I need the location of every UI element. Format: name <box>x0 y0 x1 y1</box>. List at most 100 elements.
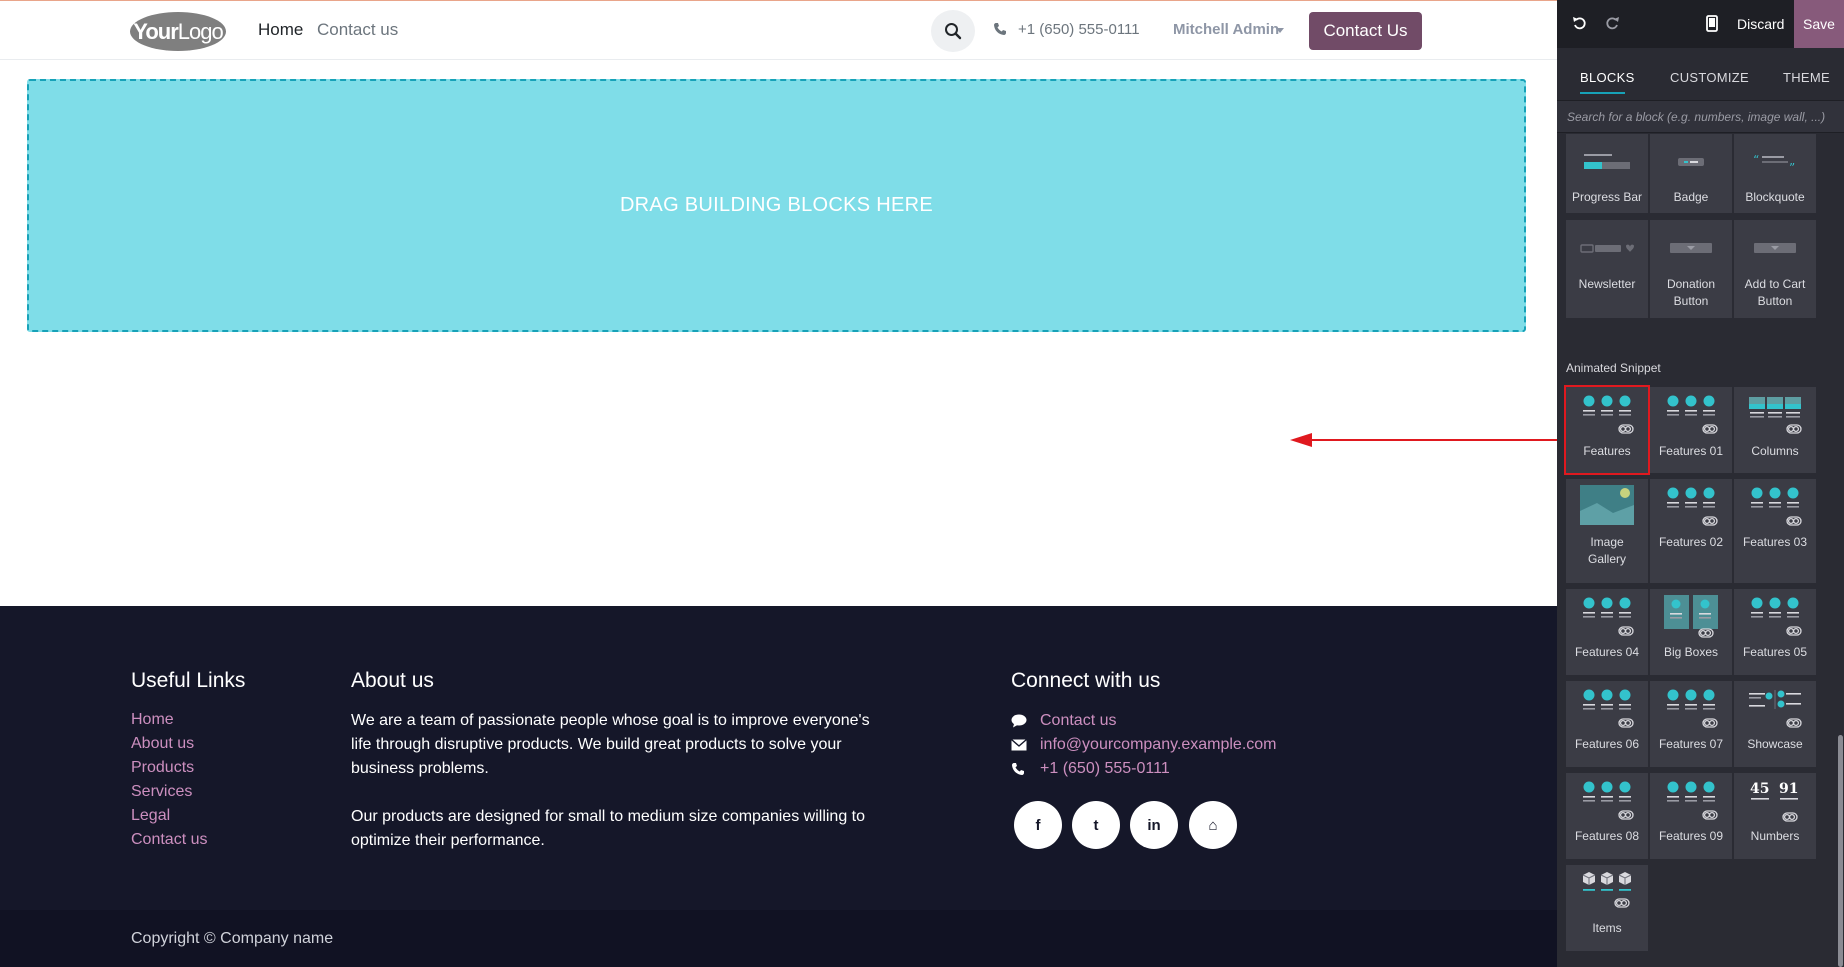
block-label: Features 03 <box>1742 535 1808 549</box>
block-label: Features 02 <box>1658 535 1724 549</box>
footer-link-about[interactable]: About us <box>131 735 194 753</box>
block-newsletter[interactable]: Newsletter <box>1566 220 1648 318</box>
block-numbers[interactable]: 45 91 Numbers <box>1734 773 1816 859</box>
block-features-04[interactable]: Features 04 <box>1566 589 1648 675</box>
footer-contact-us[interactable]: Contact us <box>1011 710 1116 732</box>
block-features[interactable]: Features <box>1564 385 1650 475</box>
block-features-07[interactable]: Features 07 <box>1650 681 1732 767</box>
nav-home[interactable]: Home <box>258 20 303 40</box>
features-05-thumbnail <box>1734 589 1816 644</box>
redo-icon[interactable] <box>1604 15 1620 31</box>
twitter-icon[interactable]: t <box>1072 801 1120 849</box>
editor-topbar: Discard Save <box>1557 0 1844 48</box>
phone-icon <box>994 23 1006 35</box>
block-image-gallery[interactable]: Image Gallery <box>1566 479 1648 583</box>
footer-link-home[interactable]: Home <box>131 711 174 729</box>
block-big-boxes[interactable]: Big Boxes <box>1650 589 1732 675</box>
features-01-thumbnail <box>1650 387 1732 443</box>
email-link[interactable]: info@yourcompany.example.com <box>1040 736 1277 754</box>
block-label: Image Gallery <box>1587 535 1626 566</box>
footer-phone[interactable]: +1 (650) 555-0111 <box>1011 758 1170 780</box>
connect-title: Connect with us <box>1011 669 1161 692</box>
block-label: Features 09 <box>1658 829 1724 843</box>
website-preview: YourLogo Home Contact us +1 (650) 555-01… <box>0 0 1557 967</box>
facebook-icon[interactable]: f <box>1014 801 1062 849</box>
block-progress-bar[interactable]: Progress Bar <box>1566 134 1648 213</box>
site-header: YourLogo Home Contact us +1 (650) 555-01… <box>0 0 1557 60</box>
block-features-08[interactable]: Features 08 <box>1566 773 1648 859</box>
editor-panel: Discard Save BLOCKS CUSTOMIZE THEME Prog… <box>1557 0 1844 967</box>
columns-thumbnail <box>1734 387 1816 443</box>
envelope-icon <box>1011 739 1027 751</box>
block-donation-button[interactable]: Donation Button <box>1650 220 1732 318</box>
block-label: Features 01 <box>1658 444 1724 458</box>
tab-customize[interactable]: CUSTOMIZE <box>1670 70 1749 85</box>
caret-down-icon[interactable] <box>1276 28 1284 33</box>
tab-blocks[interactable]: BLOCKS <box>1580 70 1635 85</box>
block-badge[interactable]: Badge <box>1650 134 1732 213</box>
user-menu[interactable]: Mitchell Admin <box>1173 21 1279 38</box>
contact-us-link[interactable]: Contact us <box>1040 712 1116 730</box>
footer-link-legal[interactable]: Legal <box>131 807 170 825</box>
svg-text:“: “ <box>1753 153 1759 167</box>
block-label: Add to Cart Button <box>1744 277 1806 308</box>
header-phone[interactable]: +1 (650) 555-0111 <box>1018 21 1140 38</box>
contact-us-button[interactable]: Contact Us <box>1309 12 1422 50</box>
active-tab-indicator <box>1580 92 1625 94</box>
nav-contact-us[interactable]: Contact us <box>317 20 398 40</box>
block-label: Blockquote <box>1745 190 1805 204</box>
footer-link-services[interactable]: Services <box>131 783 192 801</box>
image-gallery-thumbnail <box>1566 479 1648 534</box>
linkedin-icon[interactable]: in <box>1130 801 1178 849</box>
about-paragraph-2: Our products are designed for small to m… <box>351 808 866 849</box>
showcase-thumbnail <box>1734 681 1816 736</box>
footer-link-contact[interactable]: Contact us <box>131 831 207 849</box>
block-label: Big Boxes <box>1663 645 1719 659</box>
block-features-03[interactable]: Features 03 <box>1734 479 1816 583</box>
block-label: Features 08 <box>1574 829 1640 843</box>
tab-theme[interactable]: THEME <box>1783 70 1830 85</box>
search-button[interactable] <box>931 10 975 52</box>
block-label: Donation Button <box>1666 277 1716 308</box>
save-button[interactable]: Save <box>1794 0 1844 48</box>
donation-thumbnail <box>1670 243 1712 253</box>
block-add-to-cart[interactable]: Add to Cart Button <box>1734 220 1816 318</box>
features-07-thumbnail <box>1650 681 1732 736</box>
phone-link[interactable]: +1 (650) 555-0111 <box>1040 760 1170 778</box>
home-icon[interactable]: ⌂ <box>1189 801 1237 849</box>
block-search-field[interactable] <box>1557 100 1844 133</box>
block-features-02[interactable]: Features 02 <box>1650 479 1732 583</box>
discard-button[interactable]: Discard <box>1737 16 1784 32</box>
block-label: Showcase <box>1747 737 1803 751</box>
block-features-06[interactable]: Features 06 <box>1566 681 1648 767</box>
about-paragraph-1: We are a team of passionate people whose… <box>351 712 870 777</box>
site-logo[interactable]: YourLogo <box>130 12 226 51</box>
drag-arrow-annotation <box>1290 433 1557 447</box>
features-03-thumbnail <box>1734 479 1816 534</box>
block-columns[interactable]: Columns <box>1734 387 1816 473</box>
block-features-05[interactable]: Features 05 <box>1734 589 1816 675</box>
features-04-thumbnail <box>1566 589 1648 644</box>
block-search-input[interactable] <box>1557 101 1844 132</box>
items-thumbnail <box>1566 865 1648 920</box>
big-boxes-thumbnail <box>1650 589 1732 644</box>
panel-scrollbar-thumb[interactable] <box>1838 735 1843 967</box>
block-items[interactable]: Items <box>1566 865 1648 951</box>
blocks-list: Progress Bar Badge “” Blockquote Newslet… <box>1557 134 1836 967</box>
drop-zone[interactable]: DRAG BUILDING BLOCKS HERE <box>27 79 1526 332</box>
block-features-01[interactable]: Features 01 <box>1650 387 1732 473</box>
block-label: Features 04 <box>1574 645 1640 659</box>
footer-link-products[interactable]: Products <box>131 759 194 777</box>
block-label: Features <box>1583 444 1631 458</box>
block-blockquote[interactable]: “” Blockquote <box>1734 134 1816 213</box>
mobile-preview-icon[interactable] <box>1706 15 1718 32</box>
features-06-thumbnail <box>1566 681 1648 736</box>
block-features-09[interactable]: Features 09 <box>1650 773 1732 859</box>
numbers-preview-a: 45 <box>1750 781 1769 797</box>
block-showcase[interactable]: Showcase <box>1734 681 1816 767</box>
newsletter-thumbnail <box>1580 244 1634 253</box>
logo-bold-text: Your <box>133 19 178 44</box>
block-label: Features 05 <box>1742 645 1808 659</box>
footer-email[interactable]: info@yourcompany.example.com <box>1011 734 1277 756</box>
undo-icon[interactable] <box>1572 15 1588 31</box>
